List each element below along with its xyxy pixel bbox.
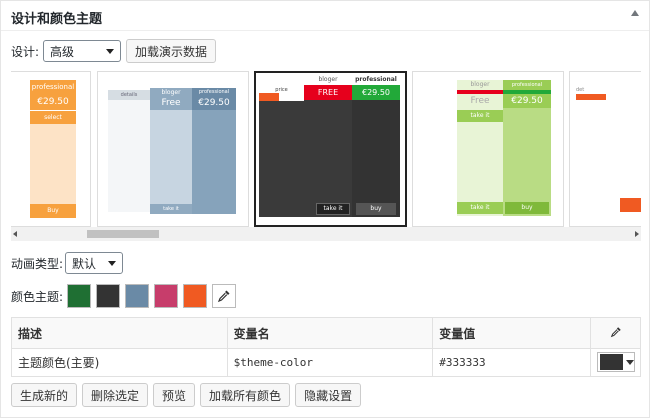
mini-column: [108, 90, 150, 212]
animation-row: 动画类型: 默认: [11, 251, 124, 275]
animation-select-value: 默认: [72, 256, 97, 271]
col-header-description: 描述: [11, 317, 228, 349]
load-demo-button[interactable]: 加载演示数据: [126, 39, 217, 63]
mini-foot: take it: [457, 110, 503, 122]
scroll-left-icon[interactable]: [13, 231, 17, 237]
design-thumbnails: professional €29.50 select Buy details b…: [11, 71, 641, 227]
eyedropper-icon: [217, 290, 230, 303]
mini-price: €29.50: [352, 85, 400, 100]
animation-select[interactable]: 默认: [65, 252, 124, 274]
load-all-colors-button[interactable]: 加载所有颜色: [200, 383, 291, 407]
mini-price: Free: [150, 97, 192, 110]
mini-head: professional: [192, 88, 236, 97]
color-swatch[interactable]: [183, 284, 208, 308]
mini-foot: [620, 198, 641, 212]
design-label: 设计:: [11, 44, 40, 59]
mini-foot: take it: [150, 204, 192, 214]
panel-header: 设计和颜色主题: [1, 1, 649, 31]
design-thumbnail[interactable]: det: [569, 71, 641, 227]
panel-title: 设计和颜色主题: [11, 12, 103, 27]
eyedropper-button[interactable]: [212, 284, 237, 308]
color-theme-label: 颜色主题:: [11, 289, 64, 304]
mini-head: professional: [352, 75, 400, 85]
col-header-picker: [590, 317, 641, 349]
col-header-variable-name: 变量名: [226, 317, 434, 349]
hide-settings-button[interactable]: 隐藏设置: [295, 383, 362, 407]
scroll-right-icon[interactable]: [635, 231, 639, 237]
color-swatch[interactable]: [154, 284, 179, 308]
theme-variables-table: 描述 变量名 变量值 主题颜色(主要) $theme-color #333333: [11, 317, 641, 377]
color-swatch[interactable]: [67, 284, 92, 308]
mini-foot: take it: [316, 203, 350, 215]
design-select[interactable]: 高级: [43, 40, 122, 62]
mini-head: professional: [503, 80, 551, 90]
mini-head: bloger: [150, 88, 192, 97]
row-variable-value: #333333: [432, 348, 591, 377]
mini-foot: buy: [356, 203, 396, 215]
col-header-variable-value: 变量值: [432, 317, 591, 349]
mini-head: professional: [30, 80, 76, 94]
row-description: 主题颜色(主要): [11, 348, 228, 377]
mini-price: €29.50: [503, 94, 551, 108]
mini-top-label: det: [576, 87, 585, 93]
design-thumbnail[interactable]: bloger Free professional €29.50 take it …: [412, 71, 564, 227]
chevron-down-icon: [625, 359, 634, 365]
scrollbar-thumb[interactable]: [87, 230, 159, 238]
eyedropper-icon: [610, 326, 621, 337]
mini-bar: [576, 94, 606, 100]
mini-head: bloger: [304, 75, 352, 85]
mini-price: Free: [470, 96, 490, 106]
row-variable-name: $theme-color: [226, 348, 434, 377]
mini-price: FREE: [304, 85, 352, 100]
color-swatch[interactable]: [125, 284, 150, 308]
color-swatch[interactable]: [96, 284, 121, 308]
delete-selected-button[interactable]: 删除选定: [82, 383, 149, 407]
animation-label: 动画类型:: [11, 256, 64, 271]
collapse-toggle-icon[interactable]: [631, 10, 639, 16]
generate-new-button[interactable]: 生成新的: [11, 383, 78, 407]
table-row[interactable]: 主题颜色(主要) $theme-color #333333: [11, 348, 641, 377]
row-color-cell: [590, 348, 641, 377]
design-thumbnail-selected[interactable]: price bloger FREE professional €29.50 ta…: [254, 71, 407, 227]
mini-select: select: [30, 110, 76, 124]
chevron-down-icon: [108, 261, 117, 266]
mini-price: €29.50: [30, 94, 76, 110]
color-theme-row: 颜色主题:: [11, 284, 237, 308]
color-picker-dropdown[interactable]: [596, 352, 635, 372]
design-select-value: 高级: [50, 44, 75, 59]
action-buttons: 生成新的 删除选定 预览 加载所有颜色 隐藏设置: [11, 383, 366, 407]
color-preview: [599, 354, 623, 370]
preview-button[interactable]: 预览: [153, 383, 196, 407]
mini-head: details: [108, 90, 150, 100]
mini-column: [259, 101, 304, 217]
design-row: 设计: 高级 加载演示数据: [11, 39, 217, 63]
mini-foot: Buy: [30, 204, 76, 218]
design-thumbnail[interactable]: professional €29.50 select Buy: [11, 71, 91, 227]
mini-foot: take it: [457, 202, 503, 214]
mini-head: bloger: [470, 81, 490, 88]
mini-price: €29.50: [192, 97, 236, 110]
design-panel: 设计和颜色主题 设计: 高级 加载演示数据 professional €29.5…: [0, 0, 650, 418]
thumbnails-scrollbar[interactable]: [11, 227, 641, 241]
design-thumbnail[interactable]: details bloger Free professional €29.50 …: [97, 71, 249, 227]
mini-foot: buy: [505, 202, 549, 214]
mini-tab: [259, 93, 279, 101]
chevron-down-icon: [106, 49, 115, 54]
